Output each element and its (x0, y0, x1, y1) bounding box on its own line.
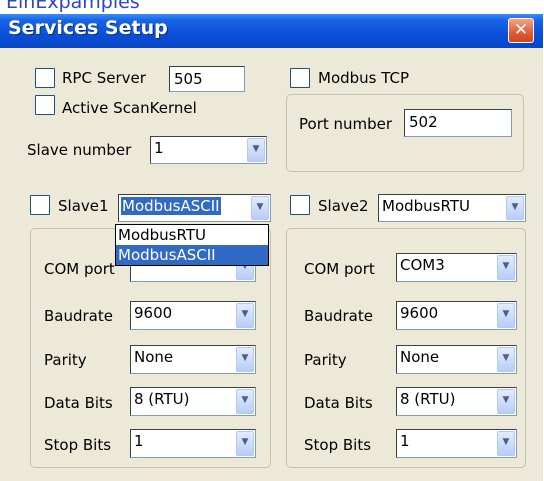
dropdown-option-modbusascii[interactable]: ModbusASCII (116, 245, 268, 265)
slave1-protocol-value: ModbusASCII (121, 197, 221, 215)
active-scankernel-checkbox[interactable] (35, 95, 55, 115)
slave1-checkbox[interactable] (30, 195, 50, 215)
slave2-data-bits-dropdown-button[interactable]: ▼ (497, 389, 515, 414)
slave1-protocol-select[interactable]: ModbusASCII ▼ (118, 194, 271, 222)
services-setup-dialog: Services Setup ✕ RPC Server 505 Active S… (0, 14, 543, 481)
slave1-data-bits-dropdown-button[interactable]: ▼ (236, 389, 254, 414)
slave2-protocol-dropdown-button[interactable]: ▼ (506, 196, 524, 220)
slave2-checkbox[interactable] (290, 195, 310, 215)
slave1-data-bits-label: Data Bits (44, 394, 113, 412)
slave2-parity-dropdown-button[interactable]: ▼ (497, 347, 515, 372)
slave2-data-bits-value: 8 (RTU) (400, 390, 456, 408)
slave2-label: Slave2 (318, 197, 369, 215)
slave2-data-bits-label: Data Bits (304, 394, 373, 412)
slave2-stop-bits-select[interactable]: 1 ▼ (396, 429, 517, 458)
port-number-input[interactable]: 502 (404, 109, 512, 137)
slave2-baudrate-dropdown-button[interactable]: ▼ (497, 303, 515, 328)
slave2-baudrate-select[interactable]: 9600 ▼ (396, 301, 517, 330)
slave1-parity-value: None (134, 348, 174, 366)
chevron-down-icon: ▼ (502, 353, 510, 363)
active-scankernel-label: Active ScanKernel (62, 99, 197, 117)
port-number-label: Port number (299, 115, 393, 133)
slave1-data-bits-value: 8 (RTU) (134, 390, 190, 408)
slave1-parity-select[interactable]: None ▼ (130, 345, 256, 374)
modbus-tcp-label: Modbus TCP (318, 69, 410, 87)
slave1-stop-bits-label: Stop Bits (44, 436, 112, 454)
page-header-text: E­in­­Exp­amples (6, 0, 140, 13)
slave2-com-port-select[interactable]: COM3 ▼ (396, 253, 517, 282)
slave1-baudrate-label: Baudrate (44, 307, 113, 325)
page-header-cropped: E­in­­Exp­amples (0, 0, 544, 14)
chevron-down-icon: ▼ (502, 437, 510, 447)
close-button[interactable]: ✕ (508, 18, 534, 43)
chevron-down-icon: ▼ (241, 353, 249, 363)
chevron-down-icon: ▼ (252, 144, 260, 154)
slave1-baudrate-dropdown-button[interactable]: ▼ (236, 303, 254, 328)
slave1-label: Slave1 (58, 197, 109, 215)
chevron-down-icon: ▼ (241, 309, 249, 319)
slave2-com-port-label: COM port (304, 260, 375, 278)
chevron-down-icon: ▼ (502, 261, 510, 271)
slave-number-select[interactable]: 1 ▼ (150, 136, 267, 164)
slave1-data-bits-select[interactable]: 8 (RTU) ▼ (130, 387, 256, 416)
slave2-com-port-value: COM3 (400, 256, 445, 274)
slave1-parity-label: Parity (44, 351, 87, 369)
slave1-stop-bits-select[interactable]: 1 ▼ (130, 429, 256, 458)
chevron-down-icon: ▼ (241, 437, 249, 447)
chevron-down-icon: ▼ (241, 395, 249, 405)
chevron-down-icon: ▼ (256, 202, 264, 212)
slave2-parity-value: None (400, 348, 440, 366)
slave2-parity-label: Parity (304, 351, 347, 369)
slave-number-label: Slave number (27, 141, 132, 159)
rpc-server-port-input[interactable]: 505 (169, 66, 245, 92)
slave1-protocol-dropdown-list: ModbusRTU ModbusASCII (115, 224, 269, 266)
rpc-server-checkbox[interactable] (35, 68, 55, 88)
slave1-stop-bits-value: 1 (134, 432, 144, 450)
slave2-stop-bits-value: 1 (400, 432, 410, 450)
slave-number-dropdown-button[interactable]: ▼ (247, 138, 265, 162)
slave-number-value: 1 (154, 139, 164, 157)
slave2-parity-select[interactable]: None ▼ (396, 345, 517, 374)
slave2-protocol-value: ModbusRTU (382, 197, 470, 215)
slave1-baudrate-select[interactable]: 9600 ▼ (130, 301, 256, 330)
slave2-baudrate-value: 9600 (400, 304, 439, 322)
slave1-protocol-dropdown-button[interactable]: ▼ (251, 196, 269, 220)
slave2-stop-bits-dropdown-button[interactable]: ▼ (497, 431, 515, 456)
chevron-down-icon: ▼ (511, 202, 519, 212)
slave1-com-port-label: COM port (44, 260, 115, 278)
chevron-down-icon: ▼ (502, 395, 510, 405)
window-title: Services Setup (8, 17, 168, 39)
rpc-server-label: RPC Server (62, 69, 146, 87)
title-bar[interactable]: Services Setup ✕ (0, 14, 543, 48)
chevron-down-icon: ▼ (502, 309, 510, 319)
close-icon: ✕ (513, 20, 529, 40)
modbus-tcp-checkbox[interactable] (290, 68, 310, 88)
slave2-protocol-select[interactable]: ModbusRTU ▼ (378, 194, 526, 222)
slave2-baudrate-label: Baudrate (304, 307, 373, 325)
slave1-parity-dropdown-button[interactable]: ▼ (236, 347, 254, 372)
slave1-stop-bits-dropdown-button[interactable]: ▼ (236, 431, 254, 456)
dropdown-option-modbusrtu[interactable]: ModbusRTU (116, 225, 268, 245)
slave1-baudrate-value: 9600 (134, 304, 173, 322)
slave2-data-bits-select[interactable]: 8 (RTU) ▼ (396, 387, 517, 416)
slave2-stop-bits-label: Stop Bits (304, 436, 372, 454)
slave2-com-port-dropdown-button[interactable]: ▼ (497, 255, 515, 280)
